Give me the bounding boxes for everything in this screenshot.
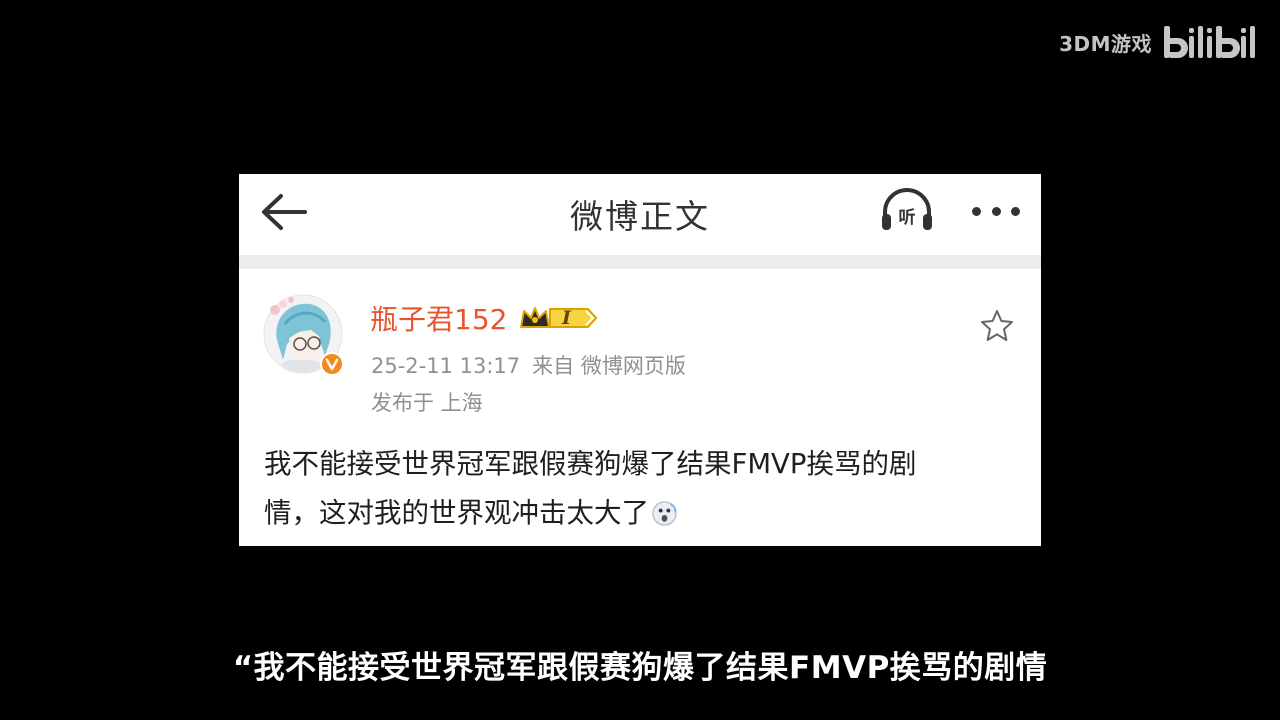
video-frame: 3DM游戏 微博正文 听 瓶子君152 I 25-2-11 13:17 来自 微… bbox=[0, 0, 1280, 720]
post-body: 我不能接受世界冠军跟假赛狗爆了结果FMVP挨骂的剧 情，这对我的世界观冲击太大了 bbox=[264, 440, 1014, 538]
emoji-shocked-icon bbox=[652, 501, 677, 526]
listen-label: 听 bbox=[898, 208, 916, 228]
post-location: 发布于 上海 bbox=[371, 391, 483, 415]
weibo-post-card: 微博正文 听 瓶子君152 I 25-2-11 13:17 来自 微博网页版 发… bbox=[239, 174, 1041, 546]
more-button[interactable] bbox=[972, 199, 1020, 223]
post-timestamp: 25-2-11 13:17 bbox=[371, 354, 521, 378]
listen-button[interactable]: 听 bbox=[879, 186, 935, 236]
username[interactable]: 瓶子君152 bbox=[370, 298, 507, 338]
section-divider bbox=[239, 255, 1041, 269]
video-subtitle: “我不能接受世界冠军跟假赛狗爆了结果FMVP挨骂的剧情 bbox=[232, 650, 1048, 686]
member-level-badge[interactable]: I bbox=[518, 303, 600, 333]
post-meta: 25-2-11 13:17 来自 微博网页版 bbox=[371, 350, 686, 380]
channel-name: 3DM游戏 bbox=[1059, 31, 1152, 56]
watermark: 3DM游戏 bbox=[1059, 22, 1258, 62]
post-source: 来自 微博网页版 bbox=[532, 354, 686, 378]
more-dot bbox=[991, 206, 1001, 216]
favorite-button[interactable] bbox=[979, 308, 1015, 344]
top-nav-bar: 微博正文 听 bbox=[239, 174, 1041, 254]
post-body-line: 情，这对我的世界观冲击太大了 bbox=[264, 497, 649, 529]
more-dot bbox=[1011, 206, 1020, 216]
more-dot bbox=[972, 206, 981, 216]
post-body-line: 我不能接受世界冠军跟假赛狗爆了结果FMVP挨骂的剧 bbox=[264, 448, 917, 480]
bilibili-logo bbox=[1164, 26, 1255, 58]
verified-v-icon bbox=[320, 352, 344, 376]
member-level-label: I bbox=[562, 307, 571, 329]
star-outline-icon bbox=[981, 310, 1013, 341]
post-body-line-2: 情，这对我的世界观冲击太大了 bbox=[264, 489, 1014, 538]
